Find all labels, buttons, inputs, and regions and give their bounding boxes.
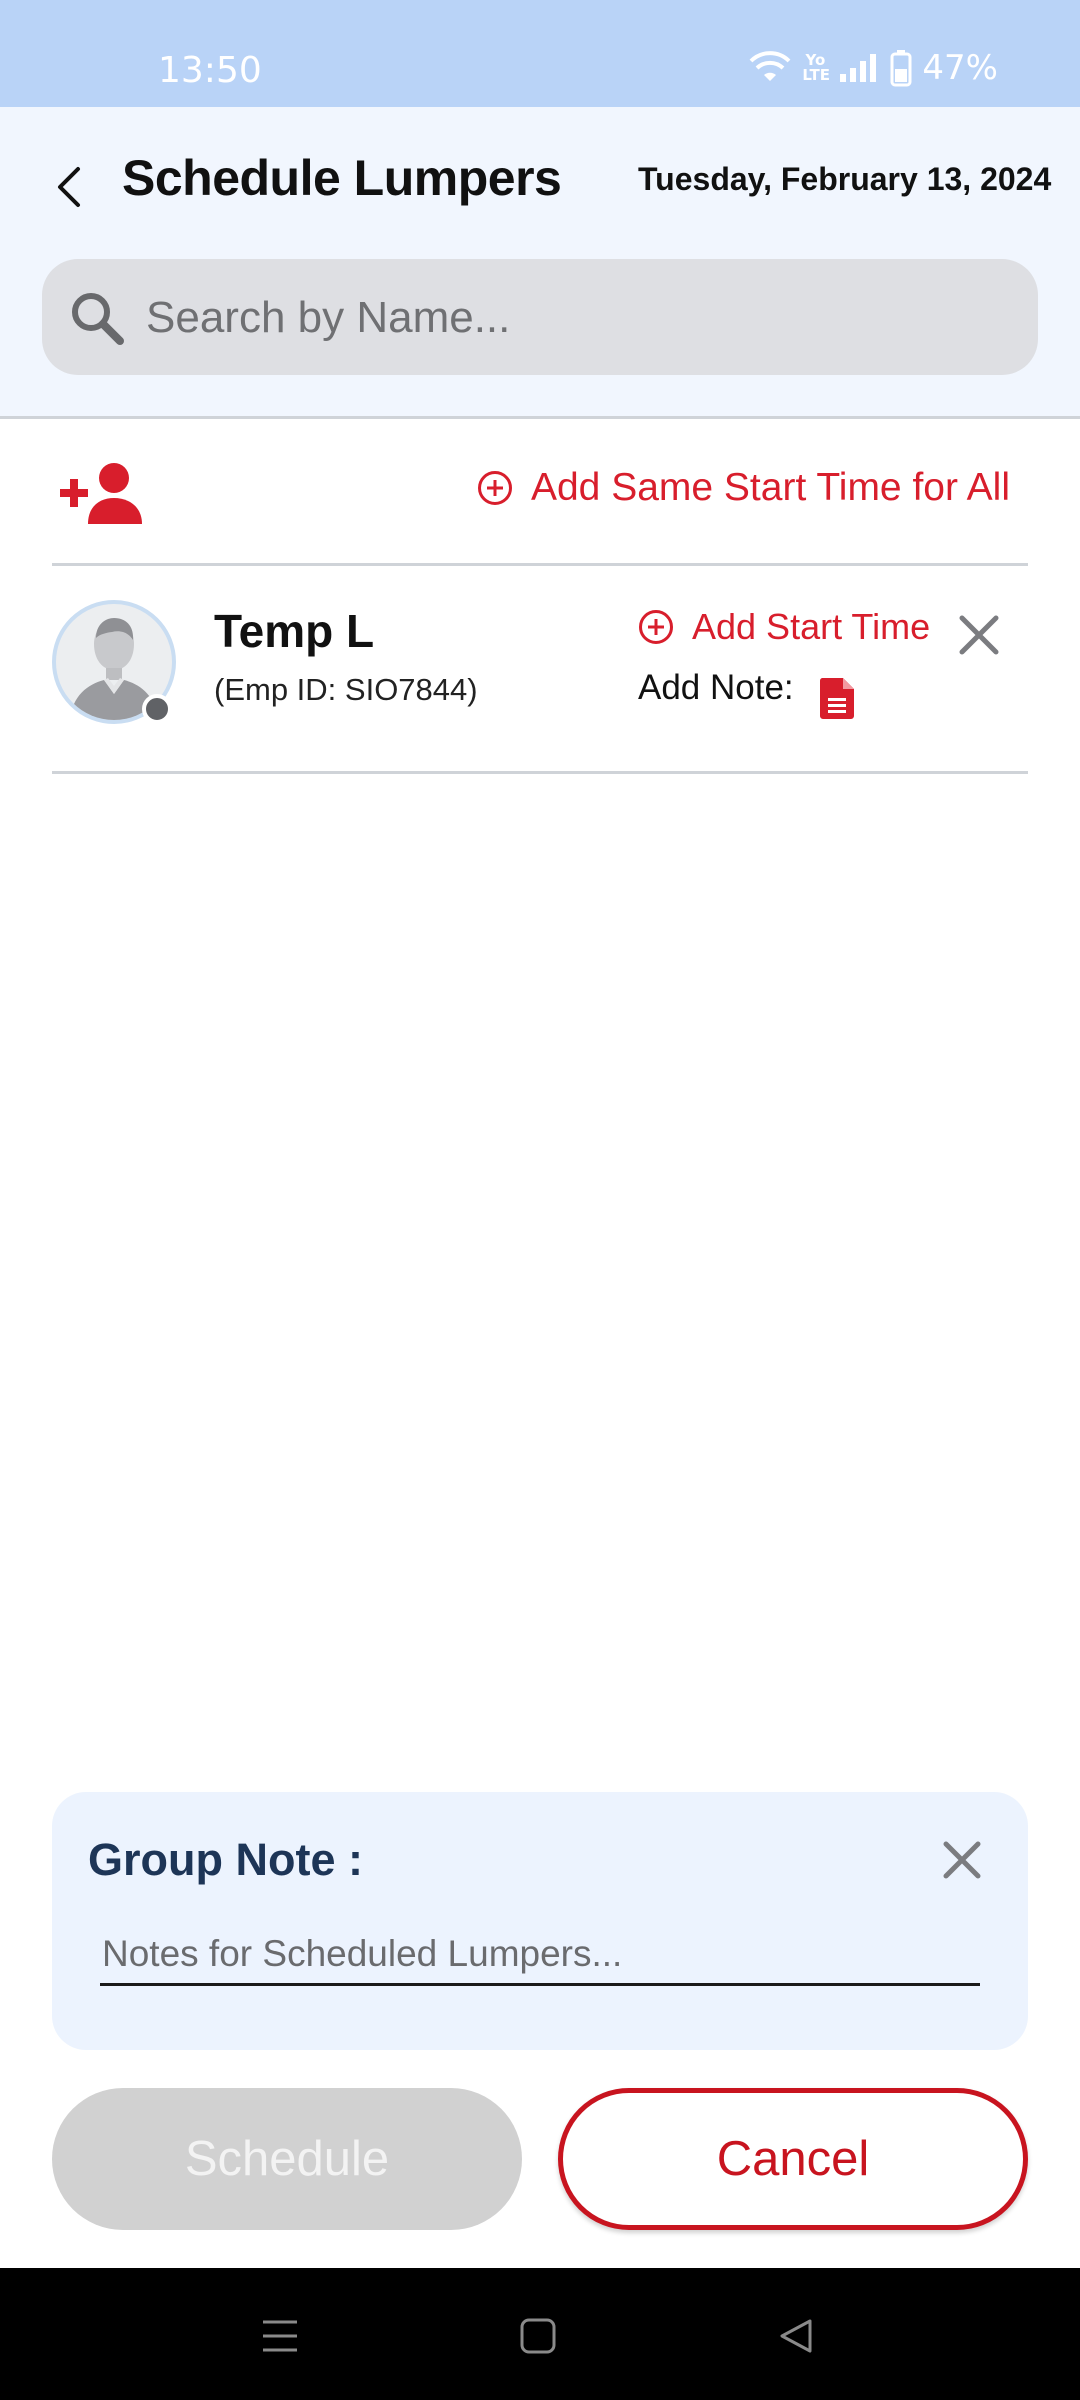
lumper-emp-id: (Emp ID: SIO7844): [214, 672, 478, 707]
add-note-label: Add Note:: [638, 668, 794, 707]
status-bar: 13:50 Yo LTE 47%: [0, 0, 1080, 107]
header: Schedule Lumpers Tuesday, February 13, 2…: [0, 107, 1080, 419]
search-input[interactable]: [146, 283, 1006, 353]
cancel-button[interactable]: Cancel: [558, 2088, 1028, 2230]
status-time: 13:50: [158, 50, 262, 91]
recent-apps-button[interactable]: [256, 2312, 304, 2360]
wifi-icon: [748, 51, 792, 85]
group-note-input[interactable]: [100, 1924, 980, 1986]
add-start-time-label: Add Start Time: [692, 606, 931, 647]
menu-icon: [263, 2320, 297, 2352]
group-note-title: Group Note :: [88, 1834, 363, 1885]
group-note-panel: Group Note :: [52, 1792, 1028, 2050]
add-person-button[interactable]: [58, 458, 146, 528]
list-item: Temp L (Emp ID: SIO7844) Add Start Time …: [52, 566, 1028, 774]
page-title: Schedule Lumpers: [122, 150, 562, 206]
remove-lumper-button[interactable]: [956, 612, 1002, 658]
back-icon: [780, 2319, 812, 2353]
search-icon: [72, 293, 124, 345]
status-icons: Yo LTE 47%: [748, 48, 998, 88]
page-date: Tuesday, February 13, 2024: [638, 161, 1052, 197]
toolbar: Add Same Start Time for All: [52, 420, 1028, 566]
battery-icon: [890, 49, 912, 87]
note-document-icon: [819, 678, 854, 719]
status-indicator: [142, 694, 172, 724]
battery-percent: 47%: [922, 48, 998, 88]
add-same-start-time-label: Add Same Start Time for All: [530, 466, 1010, 509]
close-icon: [943, 1841, 981, 1879]
volte-icon: Yo LTE: [802, 51, 830, 84]
back-button[interactable]: [44, 157, 94, 217]
group-note-close-button[interactable]: [940, 1838, 984, 1882]
signal-icon: [838, 52, 880, 84]
back-arrow-icon: [58, 167, 80, 207]
add-note-button[interactable]: [818, 676, 856, 720]
home-button[interactable]: [514, 2312, 562, 2360]
add-start-time-button[interactable]: Add Start Time: [638, 606, 930, 648]
add-circle-icon: [639, 610, 673, 644]
add-circle-icon: [477, 471, 512, 505]
search-box[interactable]: [42, 259, 1038, 375]
lumper-name: Temp L: [214, 605, 375, 657]
home-icon: [520, 2318, 556, 2354]
add-same-start-time-button[interactable]: Add Same Start Time for All: [477, 466, 1010, 510]
add-person-icon: [60, 463, 142, 524]
system-nav-bar: [0, 2268, 1080, 2400]
close-icon: [959, 615, 999, 655]
nav-back-button[interactable]: [772, 2312, 820, 2360]
schedule-button[interactable]: Schedule: [52, 2088, 522, 2230]
